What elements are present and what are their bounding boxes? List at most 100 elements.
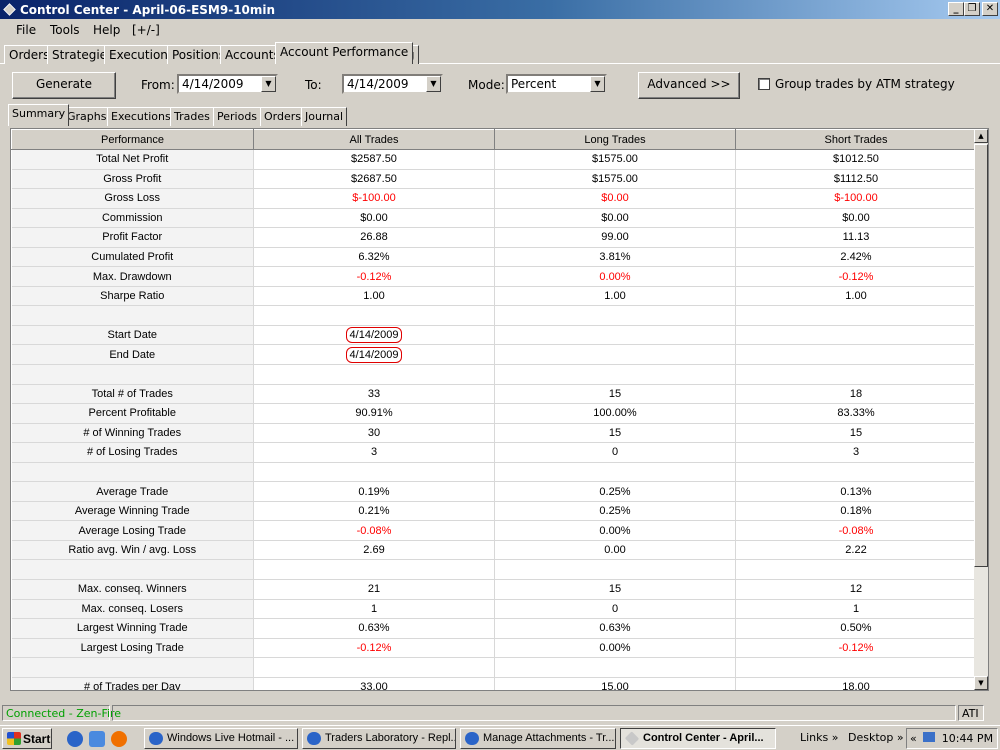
table-row[interactable]: Start Date 4/14/2009	[11, 325, 977, 346]
menu-toggle[interactable]: [+/-]	[132, 23, 160, 37]
metric-value	[735, 305, 977, 326]
chevron-down-icon[interactable]: ▼	[261, 76, 276, 92]
vertical-scrollbar[interactable]: ▲ ▼	[974, 129, 988, 690]
metric-value	[494, 462, 736, 483]
group-atm-label: Group trades by ATM strategy	[775, 77, 955, 91]
table-row[interactable]: Profit Factor 26.88 99.00 11.13	[11, 227, 977, 248]
table-row[interactable]	[11, 559, 977, 581]
media-quicklaunch-icon[interactable]	[111, 731, 127, 747]
table-row[interactable]: Commission $0.00 $0.00 $0.00	[11, 208, 977, 229]
table-row[interactable]: Largest Winning Trade 0.63% 0.63% 0.50%	[11, 618, 977, 639]
table-row[interactable]	[11, 305, 977, 326]
subtab-graphs[interactable]: Graphs	[63, 107, 111, 126]
summary-grid[interactable]: Performance All Trades Long Trades Short…	[10, 128, 989, 691]
table-row[interactable]: Cumulated Profit 6.32% 3.81% 2.42%	[11, 247, 977, 268]
restore-button[interactable]: ❐	[964, 2, 980, 16]
metric-value: $0.00	[253, 208, 495, 229]
metric-value	[253, 305, 495, 326]
subtab-orders[interactable]: Orders	[260, 107, 305, 126]
column-header-performance[interactable]: Performance	[11, 129, 254, 150]
column-header-long-trades[interactable]: Long Trades	[494, 129, 736, 150]
tab-account-performance[interactable]: Account Performance	[275, 42, 414, 64]
clock[interactable]: 10:44 PM	[942, 732, 993, 745]
title-bar[interactable]: Control Center - April-06-ESM9-10min _ ❐…	[0, 0, 1000, 19]
chevron-down-icon[interactable]: ▼	[426, 76, 441, 92]
column-header-all-trades[interactable]: All Trades	[253, 129, 495, 150]
table-row[interactable]: Ratio avg. Win / avg. Loss 2.69 0.00 2.22	[11, 540, 977, 561]
table-row[interactable]	[11, 364, 977, 385]
table-row[interactable]: Total Net Profit $2587.50 $1575.00 $1012.50	[11, 149, 977, 170]
ie-quicklaunch-icon[interactable]	[67, 731, 83, 747]
advanced-button[interactable]: Advanced >>	[638, 72, 740, 99]
generate-button[interactable]: Generate	[12, 72, 116, 99]
performance-toolbar: Generate From: 4/14/2009 ▼ To: 4/14/2009…	[0, 64, 1000, 104]
taskbar-item-traders-laboratory[interactable]: Traders Laboratory - Repl...	[302, 728, 456, 749]
metric-value: 1.00	[253, 286, 495, 307]
metric-value-text: 0.00%	[599, 270, 631, 283]
scroll-thumb[interactable]	[974, 144, 988, 567]
menu-help[interactable]: Help	[93, 23, 120, 37]
table-row[interactable]: Max. conseq. Winners 21 15 12	[11, 579, 977, 600]
table-row[interactable]: End Date 4/14/2009	[11, 344, 977, 366]
menu-file[interactable]: File	[16, 23, 36, 37]
subtab-periods[interactable]: Periods	[213, 107, 262, 126]
menu-tools[interactable]: Tools	[50, 23, 80, 37]
minimize-button[interactable]: _	[948, 2, 964, 16]
to-date-picker[interactable]: 4/14/2009 ▼	[342, 74, 443, 94]
subtab-summary[interactable]: Summary	[8, 104, 70, 126]
metric-value: 6.32%	[253, 247, 495, 268]
metric-value: 2.69	[253, 540, 495, 561]
metric-value-text: -0.12%	[838, 270, 874, 283]
desktop-toolbar[interactable]: Desktop »	[848, 731, 904, 744]
metric-value-text: 3	[370, 446, 378, 459]
table-row[interactable]: # of Winning Trades 30 15 15	[11, 423, 977, 444]
column-header-short-trades[interactable]: Short Trades	[735, 129, 977, 150]
chevron-down-icon[interactable]: ▼	[590, 76, 605, 92]
links-toolbar[interactable]: Links »	[800, 731, 839, 744]
group-atm-checkbox[interactable]	[758, 78, 770, 90]
subtab-journal[interactable]: Journal	[301, 107, 348, 126]
start-button[interactable]: Start	[2, 728, 52, 749]
window-title: Control Center - April-06-ESM9-10min	[20, 3, 276, 17]
metric-value: -0.08%	[735, 520, 977, 541]
table-row[interactable]: Average Trade 0.19% 0.25% 0.13%	[11, 481, 977, 502]
metric-value-text: $2587.50	[351, 153, 397, 166]
table-row[interactable]: # of Losing Trades 3 0 3	[11, 442, 977, 463]
subtab-trades[interactable]: Trades	[170, 107, 214, 126]
table-row[interactable]: Total # of Trades 33 15 18	[11, 384, 977, 405]
table-row[interactable]: Percent Profitable 90.91% 100.00% 83.33%	[11, 403, 977, 424]
scroll-down-icon[interactable]: ▼	[974, 676, 988, 690]
table-row[interactable]: Average Winning Trade 0.21% 0.25% 0.18%	[11, 501, 977, 522]
table-row[interactable]: Average Losing Trade -0.08% 0.00% -0.08%	[11, 520, 977, 541]
from-date-picker[interactable]: 4/14/2009 ▼	[177, 74, 278, 94]
tray-expand-icon[interactable]: «	[910, 732, 917, 745]
network-icon[interactable]	[923, 732, 936, 742]
table-row[interactable]: Max. Drawdown -0.12% 0.00% -0.12%	[11, 266, 977, 287]
table-row[interactable]: Max. conseq. Losers 1 0 1	[11, 599, 977, 620]
metric-label-text: Cumulated Profit	[91, 251, 174, 263]
metric-value-text: $1575.00	[592, 172, 638, 185]
scroll-up-icon[interactable]: ▲	[974, 129, 988, 143]
table-row[interactable]: Gross Loss $-100.00 $0.00 $-100.00	[11, 188, 977, 209]
metric-value: 26.88	[253, 227, 495, 248]
table-row[interactable]: Largest Losing Trade -0.12% 0.00% -0.12%	[11, 638, 977, 659]
metric-value: 0.50%	[735, 618, 977, 639]
table-row[interactable]	[11, 657, 977, 678]
close-button[interactable]: ✕	[982, 2, 998, 16]
desktop-quicklaunch-icon[interactable]	[89, 731, 105, 747]
mode-select[interactable]: Percent ▼	[506, 74, 607, 94]
table-row[interactable]: Gross Profit $2687.50 $1575.00 $1112.50	[11, 169, 977, 190]
taskbar-item-control-center[interactable]: Control Center - April...	[620, 728, 776, 749]
metric-value-text: 0.13%	[840, 485, 872, 498]
metric-value	[494, 305, 736, 326]
metric-value	[253, 559, 495, 581]
metric-label: End Date	[11, 344, 254, 366]
subtab-executions[interactable]: Executions	[107, 107, 175, 126]
table-row[interactable]: # of Trades per Day 33.00 15.00 18.00	[11, 677, 977, 690]
table-row[interactable]	[11, 462, 977, 483]
table-row[interactable]: Sharpe Ratio 1.00 1.00 1.00	[11, 286, 977, 307]
metric-value: 0.19%	[253, 481, 495, 502]
metric-value: 33.00	[253, 677, 495, 690]
taskbar-item-manage-attachments[interactable]: Manage Attachments - Tr...	[460, 728, 616, 749]
taskbar-item-hotmail[interactable]: Windows Live Hotmail - ...	[144, 728, 298, 749]
